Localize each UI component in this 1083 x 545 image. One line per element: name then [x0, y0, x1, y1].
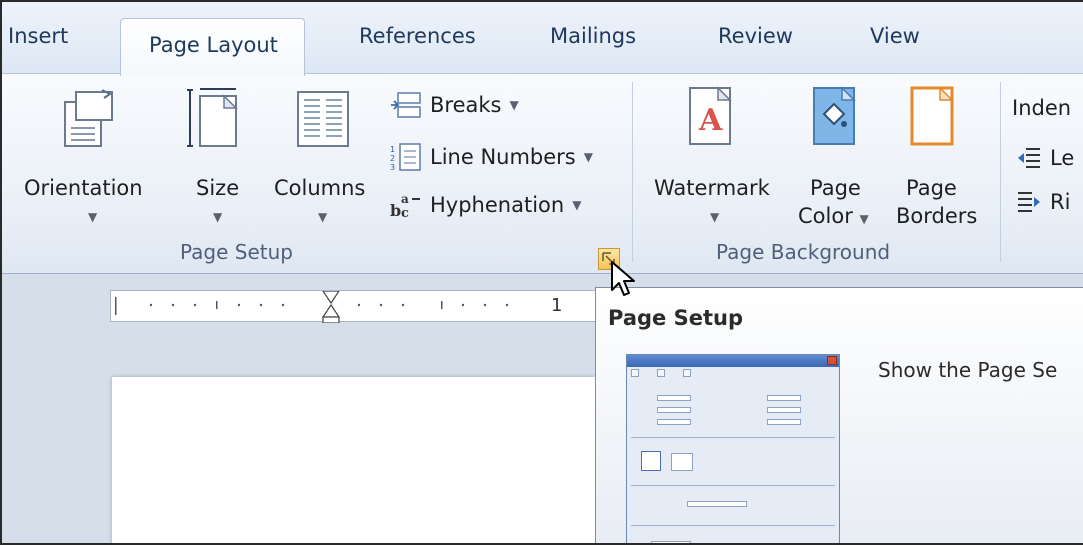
hyphenation-label: Hyphenation — [430, 193, 565, 217]
indent-right-icon — [1018, 192, 1040, 212]
dialog-preview-field — [687, 501, 747, 507]
svg-text:b: b — [390, 201, 401, 220]
landscape-option-icon — [671, 453, 693, 471]
document-page[interactable] — [112, 377, 612, 543]
page-setup-dialog-preview — [626, 354, 840, 543]
page-borders-icon — [910, 86, 954, 146]
svg-text:2: 2 — [390, 154, 395, 163]
portrait-option-icon — [641, 451, 661, 471]
hyphenation-button[interactable]: b a c Hyphenation ▼ — [390, 190, 581, 220]
tab-page-layout[interactable]: Page Layout — [120, 18, 305, 76]
chevron-down-icon: ▼ — [318, 210, 328, 224]
page-borders-label-1: Page — [906, 176, 957, 200]
columns-label: Columns — [274, 176, 366, 200]
chevron-down-icon: ▼ — [859, 212, 869, 226]
size-label: Size — [196, 176, 240, 200]
dialog-preview-tab — [683, 369, 691, 377]
line-numbers-button[interactable]: 1 2 3 Line Numbers ▼ — [390, 142, 593, 172]
dialog-preview-field — [767, 419, 801, 425]
orientation-icon — [64, 89, 113, 147]
svg-text:1: 1 — [390, 145, 395, 154]
chevron-down-icon: ▼ — [710, 210, 720, 224]
dialog-preview-field — [657, 419, 691, 425]
page-color-icon — [813, 86, 856, 145]
breaks-icon — [391, 92, 421, 118]
dialog-preview-tab — [631, 369, 639, 377]
dialog-preview-field — [767, 407, 801, 413]
watermark-label: Watermark — [654, 176, 770, 200]
indent-left-icon — [1018, 148, 1040, 168]
page-setup-group-label: Page Setup — [180, 240, 293, 264]
indent-left-label: Le — [1050, 146, 1075, 170]
group-separator — [1000, 82, 1001, 262]
word-window: Insert Page Layout References Mailings R… — [0, 0, 1083, 545]
indent-right-label: Ri — [1050, 190, 1071, 214]
dialog-preview-separator — [631, 485, 835, 486]
line-numbers-label: Line Numbers — [430, 145, 576, 169]
breaks-label: Breaks — [430, 93, 502, 117]
svg-text:3: 3 — [390, 163, 395, 172]
tab-view[interactable]: View — [870, 24, 920, 48]
tab-mailings[interactable]: Mailings — [550, 24, 636, 48]
mouse-cursor-icon — [611, 261, 635, 296]
ribbon: Orientation ▼ Size ▼ Columns ▼ Breaks ▼ … — [2, 74, 1083, 274]
dialog-preview-tab — [657, 369, 665, 377]
svg-text:A: A — [698, 103, 723, 138]
ruler-ticks — [115, 291, 509, 323]
tab-insert[interactable]: Insert — [8, 24, 68, 48]
dialog-preview-separator — [631, 437, 835, 438]
line-numbers-icon: 1 2 3 — [390, 143, 421, 172]
ruler-number: 1 — [551, 295, 563, 316]
chevron-down-icon: ▼ — [88, 210, 98, 224]
hyphenation-icon: b a c — [390, 192, 420, 220]
page-color-label-2: Color ▼ — [798, 204, 869, 228]
close-icon — [827, 356, 837, 365]
page-setup-tooltip: Page Setup Show the Page Se — [595, 287, 1083, 543]
columns-icon — [297, 91, 349, 147]
chevron-down-icon: ▼ — [213, 210, 223, 224]
ribbon-tab-bar: Insert Page Layout References Mailings R… — [2, 2, 1083, 76]
indent-label: Inden — [1012, 96, 1072, 120]
horizontal-ruler[interactable]: 1 — [110, 290, 610, 323]
dialog-preview-titlebar — [627, 355, 839, 367]
chevron-down-icon: ▼ — [572, 198, 582, 212]
tab-references[interactable]: References — [359, 24, 476, 48]
tooltip-description: Show the Page Se — [878, 358, 1058, 382]
page-background-group-label: Page Background — [716, 240, 891, 264]
svg-text:c: c — [401, 206, 409, 220]
page-color-label-1: Page — [810, 176, 861, 200]
size-icon — [187, 88, 238, 147]
indent-right[interactable]: Ri — [1016, 190, 1070, 214]
dialog-preview-page — [651, 541, 691, 543]
chevron-down-icon: ▼ — [509, 98, 519, 112]
chevron-down-icon: ▼ — [583, 150, 593, 164]
tooltip-title: Page Setup — [608, 306, 743, 330]
watermark-icon: A — [689, 86, 732, 145]
dialog-preview-field — [657, 407, 691, 413]
dialog-preview-field — [767, 395, 801, 401]
dialog-preview-separator — [631, 525, 835, 526]
tab-review[interactable]: Review — [718, 24, 793, 48]
svg-text:a: a — [401, 192, 409, 206]
indent-left[interactable]: Le — [1016, 146, 1074, 170]
orientation-label: Orientation — [24, 176, 143, 200]
dialog-preview-field — [657, 395, 691, 401]
group-separator — [632, 82, 633, 262]
page-borders-label-2: Borders — [896, 204, 978, 228]
breaks-button[interactable]: Breaks ▼ — [390, 92, 519, 118]
